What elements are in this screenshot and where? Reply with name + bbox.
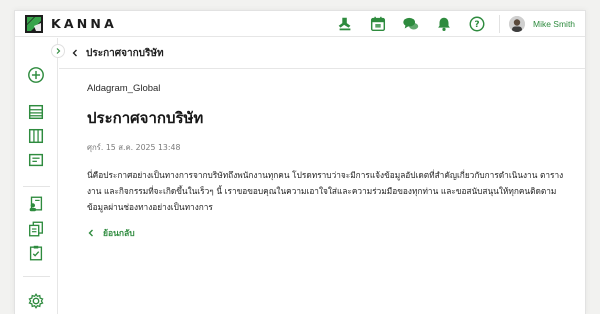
brand-name: KANNA (51, 16, 117, 31)
bell-icon[interactable] (434, 14, 454, 34)
header-divider (499, 15, 500, 33)
user-name: Mike Smith (533, 19, 576, 29)
stamp-icon[interactable] (335, 14, 355, 34)
document-icon[interactable] (26, 150, 46, 170)
page-title: ประกาศจากบริษัท (86, 47, 164, 59)
settings-icon[interactable] (26, 291, 46, 311)
add-icon[interactable] (26, 65, 46, 85)
sidebar-toggle-button[interactable] (51, 44, 65, 58)
chevron-left-icon (88, 229, 93, 237)
app-window: KANNA ? Mike Smith ประกาศจากบริษัท Aldag… (14, 10, 586, 314)
kanna-logo[interactable]: KANNA (25, 14, 117, 33)
clipboard-icon[interactable] (26, 243, 46, 263)
announcement-heading: ประกาศจากบริษัท (87, 109, 204, 127)
files-icon[interactable] (26, 219, 46, 239)
kanna-logo-mark (25, 14, 43, 33)
user-menu[interactable]: Mike Smith (509, 11, 575, 37)
main-panel: ประกาศจากบริษัท Aldagram_Global ประกาศจา… (59, 38, 585, 314)
chat-icon[interactable] (401, 14, 421, 34)
back-chevron-icon[interactable] (71, 49, 79, 57)
chevron-right-icon (56, 48, 61, 54)
avatar (509, 16, 525, 32)
page-titlebar: ประกาศจากบริษัท (59, 38, 585, 69)
sidebar-divider (23, 186, 50, 187)
board-icon[interactable] (26, 126, 46, 146)
svg-text:?: ? (474, 20, 479, 30)
help-icon[interactable]: ? (467, 14, 487, 34)
list-icon[interactable] (26, 102, 46, 122)
announcement-body: นี่คือประกาศอย่างเป็นทางการจากบริษัทถึงพ… (87, 170, 564, 212)
announcement-datetime: ศุกร์. 15 ส.ค. 2025 13:48 (87, 143, 181, 152)
calendar-icon[interactable] (368, 14, 388, 34)
company-name: Aldagram_Global (87, 83, 161, 94)
sidebar (15, 38, 65, 314)
top-header: KANNA ? Mike Smith (15, 11, 585, 37)
sidebar-divider (23, 276, 50, 277)
person-doc-icon[interactable] (26, 194, 46, 214)
back-link[interactable]: ย้อนกลับ (87, 226, 135, 240)
back-link-label: ย้อนกลับ (103, 229, 135, 239)
